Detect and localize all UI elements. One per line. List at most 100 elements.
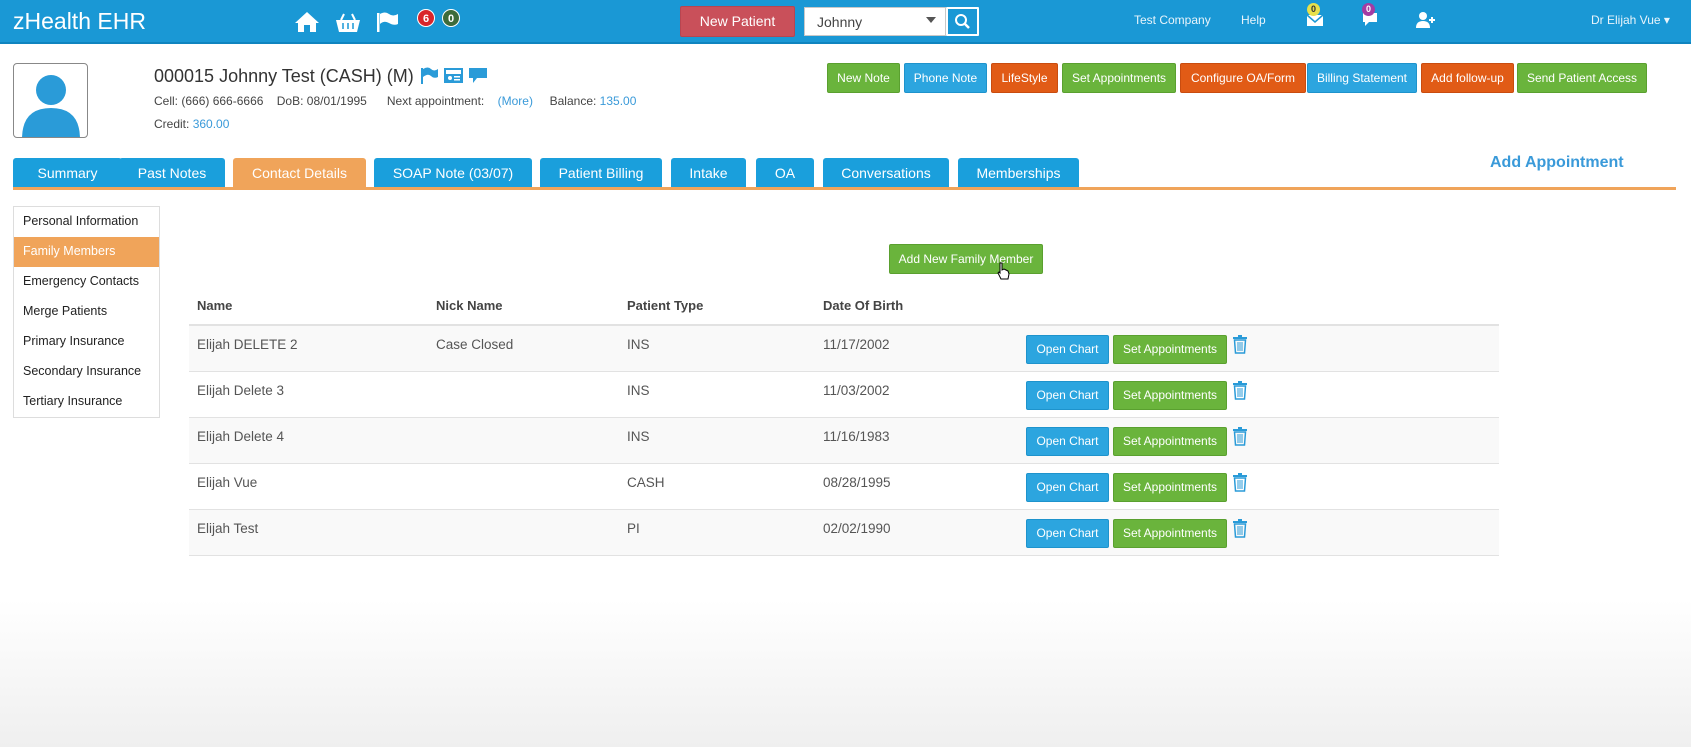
balance-label: Balance: (549, 94, 597, 108)
tab-past-notes[interactable]: Past Notes (119, 158, 225, 188)
patient-avatar[interactable] (13, 63, 88, 138)
credit-value[interactable]: 360.00 (193, 117, 230, 131)
sidebar-item-personal-information[interactable]: Personal Information (14, 207, 159, 237)
top-navbar: zHealth EHR 6 0 New Patient Johnny Test … (0, 0, 1691, 44)
set-appointments-button[interactable]: Set Appointments (1113, 519, 1227, 548)
sidebar-item-emergency-contacts[interactable]: Emergency Contacts (14, 267, 159, 297)
alerts-badge[interactable]: 6 (417, 9, 435, 27)
id-card-icon[interactable] (443, 66, 464, 85)
patient-search-input[interactable]: Johnny (804, 7, 946, 36)
table-row: Elijah Delete 3 INS 11/03/2002 Open Char… (189, 372, 1499, 418)
cell-name: Elijah Vue (197, 475, 258, 490)
sidebar-item-secondary-insurance[interactable]: Secondary Insurance (14, 357, 159, 387)
chat-count-badge: 0 (1362, 3, 1375, 16)
chevron-down-icon[interactable] (926, 17, 936, 23)
app-brand[interactable]: zHealth EHR (13, 8, 146, 35)
help-link[interactable]: Help (1241, 13, 1266, 27)
cell-date-of-birth: 02/02/1990 (823, 521, 891, 536)
trash-icon[interactable] (1232, 426, 1248, 446)
hand-cursor-icon (997, 262, 1010, 280)
set-appointments-button[interactable]: Set Appointments (1113, 473, 1227, 502)
trash-icon[interactable] (1232, 380, 1248, 400)
mail-count-badge: 0 (1307, 3, 1320, 16)
search-icon (955, 14, 970, 29)
tab-patient-billing[interactable]: Patient Billing (540, 158, 662, 188)
user-silhouette-icon (22, 75, 80, 137)
column-header-patient-type: Patient Type (627, 298, 704, 313)
patient-flag-icon[interactable] (419, 66, 439, 85)
trash-icon[interactable] (1232, 518, 1248, 538)
cell-patient-type: INS (627, 383, 650, 398)
cell-patient-type: CASH (627, 475, 665, 490)
sidebar-item-family-members[interactable]: Family Members (14, 237, 159, 267)
table-row: Elijah DELETE 2 Case Closed INS 11/17/20… (189, 326, 1499, 372)
search-button[interactable] (946, 7, 979, 36)
comment-icon[interactable] (468, 66, 488, 85)
add-user-icon[interactable] (1415, 11, 1437, 29)
configure-oa-form-button[interactable]: Configure OA/Form (1180, 63, 1306, 93)
send-patient-access-button[interactable]: Send Patient Access (1517, 63, 1647, 93)
cell-label: Cell: (154, 94, 179, 108)
lifestyle-button[interactable]: LifeStyle (991, 63, 1058, 93)
company-link[interactable]: Test Company (1134, 13, 1211, 27)
next-appointment-label: Next appointment: (386, 94, 485, 108)
set-appointments-button[interactable]: Set Appointments (1113, 381, 1227, 410)
add-new-family-member-button[interactable]: Add New Family Member (889, 244, 1043, 274)
column-header-name: Name (197, 298, 233, 313)
cell-patient-type: PI (627, 521, 640, 536)
trash-icon[interactable] (1232, 472, 1248, 492)
user-name: Dr Elijah Vue (1591, 13, 1661, 27)
set-appointments-button[interactable]: Set Appointments (1113, 335, 1227, 364)
column-header-date-of-birth: Date Of Birth (823, 298, 904, 313)
credit-label: Credit: (154, 117, 190, 131)
cell-patient-type: INS (627, 429, 650, 444)
patient-title: 000015 Johnny Test (CASH) (M) (154, 66, 414, 86)
contact-details-sidebar: Personal Information Family Members Emer… (13, 206, 160, 418)
open-chart-button[interactable]: Open Chart (1026, 473, 1109, 502)
cell-date-of-birth: 11/16/1983 (823, 429, 890, 444)
cell-name: Elijah Test (197, 521, 259, 536)
new-note-button[interactable]: New Note (827, 63, 900, 93)
tabs-underline (13, 187, 1676, 190)
flag-icon[interactable] (374, 10, 400, 34)
new-patient-button[interactable]: New Patient (680, 6, 795, 37)
table-row: Elijah Vue CASH 08/28/1995 Open Chart Se… (189, 464, 1499, 510)
cell-patient-type: INS (627, 337, 650, 352)
patient-credit-line: Credit: 360.00 (154, 117, 229, 131)
tab-intake[interactable]: Intake (671, 158, 746, 188)
home-icon[interactable] (294, 10, 320, 34)
add-appointment-link[interactable]: Add Appointment (1490, 154, 1624, 172)
set-appointments-button[interactable]: Set Appointments (1113, 427, 1227, 456)
open-chart-button[interactable]: Open Chart (1026, 519, 1109, 548)
set-appointments-button[interactable]: Set Appointments (1062, 63, 1176, 93)
balance-value[interactable]: 135.00 (600, 94, 637, 108)
tab-conversations[interactable]: Conversations (823, 158, 949, 188)
open-chart-button[interactable]: Open Chart (1026, 381, 1109, 410)
cell-nick-name: Case Closed (436, 337, 514, 352)
sidebar-item-primary-insurance[interactable]: Primary Insurance (14, 327, 159, 357)
column-header-nick-name: Nick Name (436, 298, 503, 313)
tab-summary[interactable]: Summary (13, 158, 122, 188)
add-follow-up-button[interactable]: Add follow-up (1421, 63, 1514, 93)
caret-down-icon: ▾ (1660, 13, 1670, 27)
next-appointment-more-link[interactable]: (More) (498, 94, 533, 108)
cell-name: Elijah Delete 4 (197, 429, 285, 444)
user-menu[interactable]: Dr Elijah Vue ▾ (1591, 13, 1670, 27)
tasks-badge[interactable]: 0 (442, 9, 460, 27)
cell-name: Elijah DELETE 2 (197, 337, 298, 352)
tab-memberships[interactable]: Memberships (958, 158, 1079, 188)
open-chart-button[interactable]: Open Chart (1026, 427, 1109, 456)
patient-meta-line: Cell: (666) 666-6666 DoB: 08/01/1995 Nex… (154, 94, 636, 108)
basket-icon[interactable] (335, 10, 361, 34)
phone-note-button[interactable]: Phone Note (904, 63, 987, 93)
dob-value: 08/01/1995 (306, 94, 367, 108)
tab-contact-details[interactable]: Contact Details (233, 158, 366, 188)
open-chart-button[interactable]: Open Chart (1026, 335, 1109, 364)
billing-statement-button[interactable]: Billing Statement (1307, 63, 1417, 93)
tab-oa[interactable]: OA (756, 158, 814, 188)
dob-label: DoB: (276, 94, 304, 108)
trash-icon[interactable] (1232, 334, 1248, 354)
sidebar-item-merge-patients[interactable]: Merge Patients (14, 297, 159, 327)
sidebar-item-tertiary-insurance[interactable]: Tertiary Insurance (14, 387, 159, 417)
tab-soap-note[interactable]: SOAP Note (03/07) (374, 158, 532, 188)
